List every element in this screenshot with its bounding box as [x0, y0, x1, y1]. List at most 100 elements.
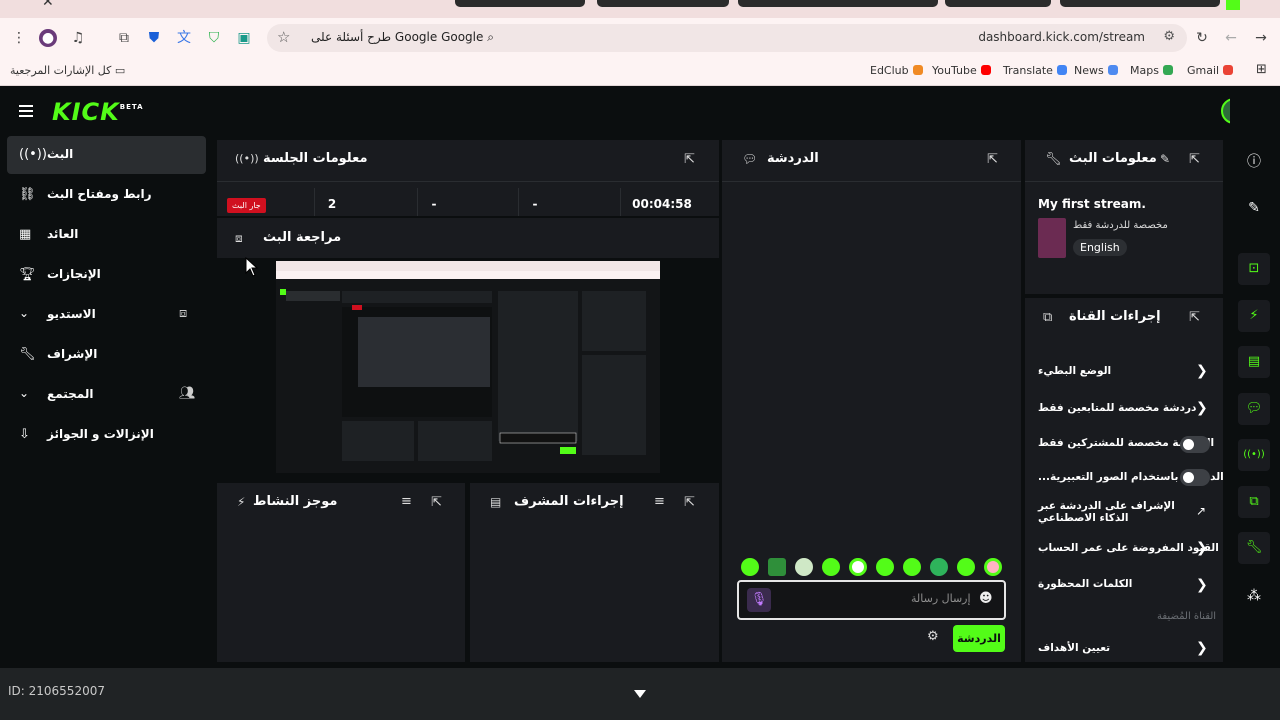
stat-value: -	[532, 197, 538, 211]
extensions-icon[interactable]: ⧉	[115, 29, 133, 47]
browser-tab[interactable]	[1060, 0, 1220, 7]
popout-icon[interactable]: ⇱	[684, 152, 695, 167]
popout-icon[interactable]: ⇱	[987, 152, 998, 167]
bookmark-maps[interactable]: Maps	[1130, 64, 1173, 77]
filter-icon[interactable]: ≡	[654, 494, 665, 509]
browser-tab[interactable]	[945, 0, 1051, 7]
sidebar-item-revenue[interactable]: ▦ العائد	[7, 216, 206, 254]
site-settings-icon[interactable]: ⚙	[1163, 29, 1175, 44]
mod-actions-panel: ⇱ ≡ إجراءات المشرف ▤	[470, 483, 719, 662]
popout-icon[interactable]: ⇱	[1189, 310, 1200, 325]
popout-icon[interactable]: ⇱	[1189, 152, 1200, 167]
info-icon[interactable]: ⓘ	[1238, 146, 1270, 178]
preview-thumbnail	[276, 261, 660, 473]
browser-tab[interactable]	[597, 0, 729, 7]
popout-icon[interactable]: ⇱	[684, 495, 695, 510]
reload-icon[interactable]: ↻	[1193, 29, 1211, 47]
search-chip[interactable]: طرح أسئلة على Google Google ⌕	[311, 30, 494, 45]
broadcast-icon: ((•))	[235, 152, 259, 165]
filter-icon[interactable]: ≡	[401, 494, 412, 509]
gmail-icon	[1223, 65, 1234, 75]
pencil-icon[interactable]: ✎	[1160, 152, 1170, 166]
all-bookmarks-folder[interactable]: كل الإشارات المرجعية ▭	[10, 64, 125, 77]
users-icon: 👥︎	[179, 386, 196, 401]
channel-icon: ⧉	[1043, 310, 1053, 325]
panel-title: إجراءات القناة	[1069, 309, 1161, 324]
kick-logo[interactable]: KICKBETA	[52, 98, 144, 126]
bookmark-star-icon[interactable]: ☆	[277, 28, 290, 46]
chat-send-button[interactable]: الدردشة	[953, 625, 1005, 652]
stream-duration: 00:04:58	[632, 197, 692, 211]
browser-tab[interactable]	[738, 0, 938, 7]
emote-icon[interactable]	[849, 558, 867, 576]
restore-window-icon[interactable]: ❐	[50, 0, 59, 3]
bookmark-youtube[interactable]: YouTube	[932, 64, 991, 77]
maps-icon	[1162, 65, 1173, 75]
sidebar-item-community[interactable]: ⌄ المجتمع 👥︎	[7, 376, 206, 414]
emote-icon[interactable]	[795, 558, 813, 576]
emote-icon[interactable]	[984, 558, 1002, 576]
emote-icon[interactable]	[741, 558, 759, 576]
session-stats-row: جار البث 2 - - 00:04:58	[217, 188, 719, 216]
right-tool-rail: ⓘ ✎ ⊡ ⚡︎ ▤ 💬︎ ((•)) ⧉ 🔧︎ ⁂	[1230, 86, 1280, 668]
sidebar-item-stream-key[interactable]: ⛓ رابط ومفتاح البث	[7, 176, 206, 214]
panel-title: موجز النشاط	[253, 494, 338, 509]
emote-only-toggle[interactable]	[1180, 469, 1210, 486]
chat-bubble-icon[interactable]: 💬︎	[1238, 393, 1270, 425]
hamburger-menu-icon[interactable]	[19, 105, 33, 120]
url-text[interactable]: dashboard.kick.com/stream	[978, 30, 1145, 44]
emote-icon[interactable]	[957, 558, 975, 576]
emote-icon[interactable]	[930, 558, 948, 576]
apps-grid-icon[interactable]: ⊞	[1256, 62, 1267, 77]
session-info-header: ⇱ معلومات الجلسة ((•))	[217, 140, 719, 180]
microphone-icon[interactable]: 🎙︎	[747, 588, 771, 612]
menu-dots-icon[interactable]: ⋮	[10, 29, 28, 47]
news-icon	[1107, 65, 1118, 75]
stat-value: -	[431, 197, 437, 211]
sidebar-item-moderation[interactable]: 🔧︎ الإشراف	[7, 336, 206, 374]
shield-extension-icon[interactable]: ⛊	[145, 29, 163, 47]
profile-icon[interactable]: ●	[39, 29, 57, 47]
app-extension-icon[interactable]: ▣	[235, 29, 253, 47]
broadcast-icon[interactable]: ((•))	[1238, 439, 1270, 471]
bookmark-edclub[interactable]: EdClub	[870, 64, 923, 77]
emote-icon[interactable]	[876, 558, 894, 576]
edit-icon[interactable]: ✎	[1238, 192, 1270, 224]
bookmark-gmail[interactable]: Gmail	[1187, 64, 1234, 77]
document-icon[interactable]: ▤	[1238, 346, 1270, 378]
sidebar-item-drops[interactable]: ⇩ الإنزالات و الجوائز	[7, 416, 206, 454]
address-bar[interactable]: ☆ طرح أسئلة على Google Google ⌕ dashboar…	[267, 24, 1187, 52]
kick-tab-icon[interactable]	[1226, 0, 1240, 10]
bookmark-translate[interactable]: Translate	[1003, 64, 1067, 77]
translate-extension-icon[interactable]: 文	[175, 29, 193, 47]
vpn-extension-icon[interactable]: ⛉	[205, 29, 223, 47]
popout-icon[interactable]: ⇱	[431, 495, 442, 510]
forward-icon[interactable]: ←	[1222, 29, 1240, 47]
emote-icon[interactable]	[903, 558, 921, 576]
stream-preview-video[interactable]	[276, 261, 660, 473]
media-icon[interactable]: ♫	[69, 29, 87, 47]
activity-feed-panel: ⇱ ≡ موجز النشاط ⚡︎	[217, 483, 465, 662]
wrench-icon[interactable]: 🔧︎	[1238, 532, 1270, 564]
chevron-down-icon: ⌄	[19, 306, 30, 320]
browser-tab[interactable]	[455, 0, 585, 7]
subscribers-only-toggle[interactable]	[1180, 436, 1210, 453]
screenshot-icon[interactable]: ⊡	[1238, 253, 1270, 285]
sidebar-item-achievements[interactable]: 🏆︎ الإنجازات	[7, 256, 206, 294]
stream-title: My first stream.	[1038, 197, 1146, 211]
chat-input[interactable]: 🎙︎ إرسال رسالة ☻	[737, 580, 1006, 620]
chevron-right-icon: ❯	[1196, 640, 1208, 656]
sidebar-item-stream[interactable]: ((•)) البث	[7, 136, 206, 174]
emote-icon[interactable]	[768, 558, 786, 576]
apps-icon[interactable]: ⁂	[1238, 580, 1270, 612]
panel-title: معلومات البث	[1069, 151, 1157, 166]
collapse-arrow-icon[interactable]	[634, 690, 646, 698]
chat-settings-icon[interactable]: ⚙	[927, 629, 939, 644]
back-icon[interactable]: →	[1252, 29, 1270, 47]
channel-icon[interactable]: ⧉	[1238, 486, 1270, 518]
sidebar-item-studio[interactable]: ⌄ الاستديو ⧈	[7, 296, 206, 334]
lightning-icon[interactable]: ⚡︎	[1238, 300, 1270, 332]
bookmark-news[interactable]: News	[1074, 64, 1118, 77]
emote-icon[interactable]	[822, 558, 840, 576]
emoji-icon[interactable]: ☻	[979, 591, 993, 606]
